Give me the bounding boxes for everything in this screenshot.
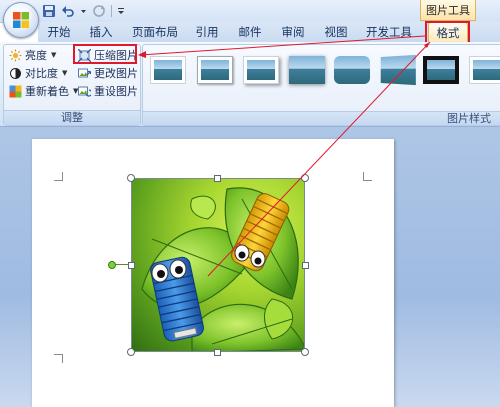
annotation-arrow-to-compress: [139, 35, 426, 56]
arrowhead-icon: [138, 51, 146, 58]
annotation-arrow-to-format-tab: [207, 41, 431, 277]
annotation-arrows: [138, 35, 431, 277]
office-logo-icon: [13, 12, 29, 28]
office-button[interactable]: [3, 2, 39, 38]
